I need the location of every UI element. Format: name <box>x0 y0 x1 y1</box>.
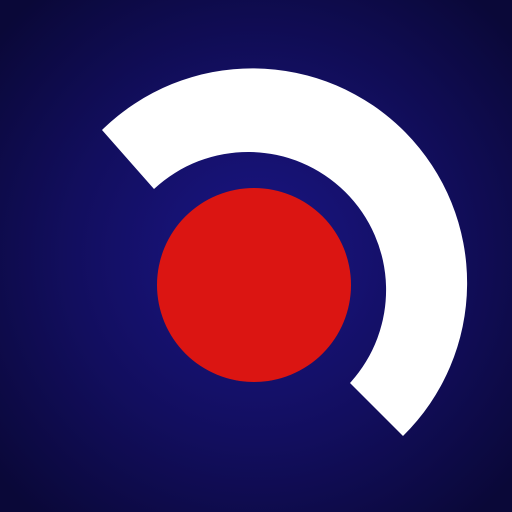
app-logo-icon <box>0 0 512 512</box>
red-dot-shape <box>157 188 351 382</box>
app-icon <box>0 0 512 512</box>
